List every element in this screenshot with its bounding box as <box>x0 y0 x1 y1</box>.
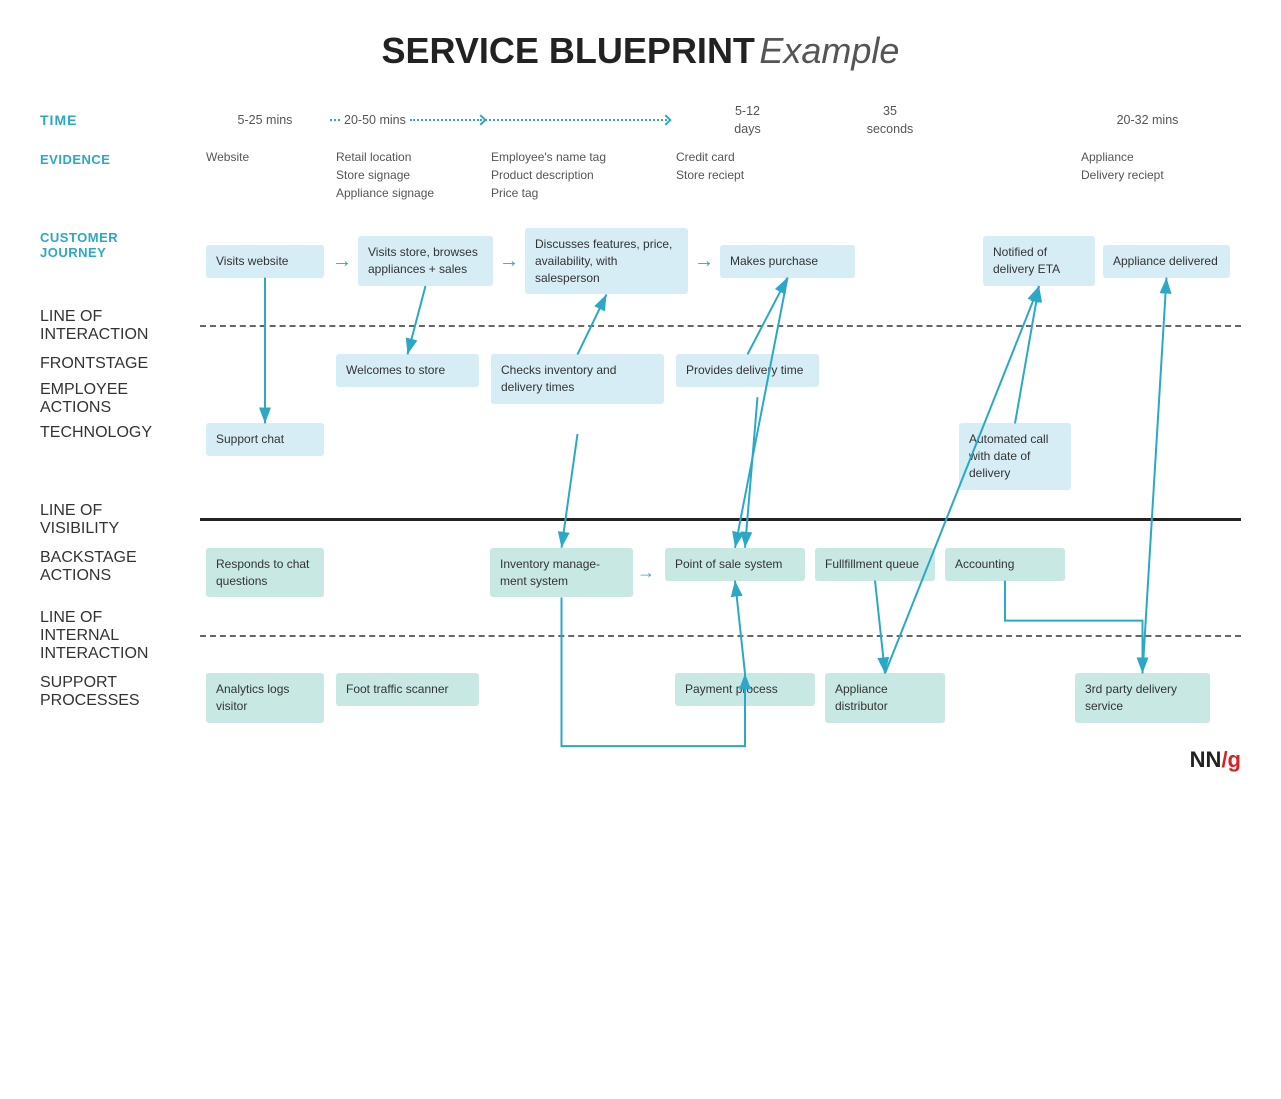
sp-foot-traffic: Foot traffic scanner <box>336 673 479 706</box>
evidence-label: EVIDENCE <box>40 148 200 167</box>
line-visibility-row: LINE OF VISIBILITY <box>40 502 1241 538</box>
time-content: 5-25 mins 20-50 mins 5-12days 35seconds <box>200 102 1241 138</box>
arrow-1: → <box>332 251 352 271</box>
fs-checks-inventory: Checks inventory and delivery times <box>491 354 664 404</box>
line-internal-row: LINE OF INTERNAL INTERACTION <box>40 609 1241 663</box>
cj-notified-eta: Notified of delivery ETA <box>983 236 1095 286</box>
bs-inventory: Inventory manage-ment system <box>490 548 633 598</box>
bs-arrow: → <box>637 562 655 583</box>
evidence-col1: Website <box>206 148 324 166</box>
sp-3rd-party: 3rd party delivery service <box>1075 673 1210 723</box>
tech-automated-call: Automated call with date of delivery <box>959 423 1071 489</box>
time-col4: 35seconds <box>867 104 914 136</box>
cj-appliance-delivered: Appliance delivered <box>1103 245 1230 278</box>
fs-provides-delivery: Provides delivery time <box>676 354 819 387</box>
sp-payment: Payment process <box>675 673 815 706</box>
evidence-col7: ApplianceDelivery reciept <box>1081 148 1214 184</box>
bs-fulfillment: Fullfillment queue <box>815 548 935 581</box>
evidence-col4: Credit cardStore reciept <box>676 148 819 184</box>
bs-responds-chat: Responds to chat questions <box>206 548 324 598</box>
technology-row: TECHNOLOGY Support chat Automated call w… <box>40 419 1241 493</box>
nngroup-logo: NN/g <box>1190 747 1241 773</box>
page-title: SERVICE BLUEPRINT Example <box>40 30 1241 72</box>
bs-pos: Point of sale system <box>665 548 805 581</box>
footer: NN/g <box>40 747 1241 773</box>
cj-makes-purchase: Makes purchase <box>720 245 855 278</box>
evidence-row: EVIDENCE Website Retail locationStore si… <box>40 148 1241 202</box>
time-label: TIME <box>40 112 200 128</box>
customer-journey-section: CUSTOMER JOURNEY Visits website → Visits… <box>40 220 1241 302</box>
tech-support-chat: Support chat <box>206 423 324 456</box>
time-row: TIME 5-25 mins 20-50 mins 5-12days <box>40 102 1241 138</box>
evidence-col2: Retail locationStore signageAppliance si… <box>336 148 479 202</box>
customer-journey-label: CUSTOMER <box>40 230 190 245</box>
arrow-3: → <box>694 251 714 271</box>
bs-accounting: Accounting <box>945 548 1065 581</box>
backstage-section: BACKSTAGE ACTIONS Responds to chat quest… <box>40 544 1241 602</box>
cj-discusses: Discusses features, price, availability,… <box>525 228 688 294</box>
cj-visits-store: Visits store, browses appliances + sales <box>358 236 493 286</box>
fs-welcomes: Welcomes to store <box>336 354 479 387</box>
time-col5: 20-32 mins <box>1117 113 1179 127</box>
sp-analytics: Analytics logs visitor <box>206 673 324 723</box>
support-section: SUPPORT PROCESSES Analytics logs visitor… <box>40 669 1241 727</box>
sp-appliance-dist: Appliance distributor <box>825 673 945 723</box>
line-interaction-row: LINE OF INTERACTION <box>40 308 1241 344</box>
time-col3: 5-12days <box>734 104 760 136</box>
arrow-2: → <box>499 251 519 271</box>
evidence-col3: Employee's name tagProduct descriptionPr… <box>491 148 664 202</box>
frontstage-section: FRONTSTAGE EMPLOYEE ACTIONS Welcomes to … <box>40 350 1241 417</box>
time-col2: 20-50 mins <box>344 113 406 127</box>
evidence-content: Website Retail locationStore signageAppl… <box>200 148 1241 202</box>
cj-visits-website: Visits website <box>206 245 324 278</box>
time-col1: 5-25 mins <box>238 113 293 127</box>
